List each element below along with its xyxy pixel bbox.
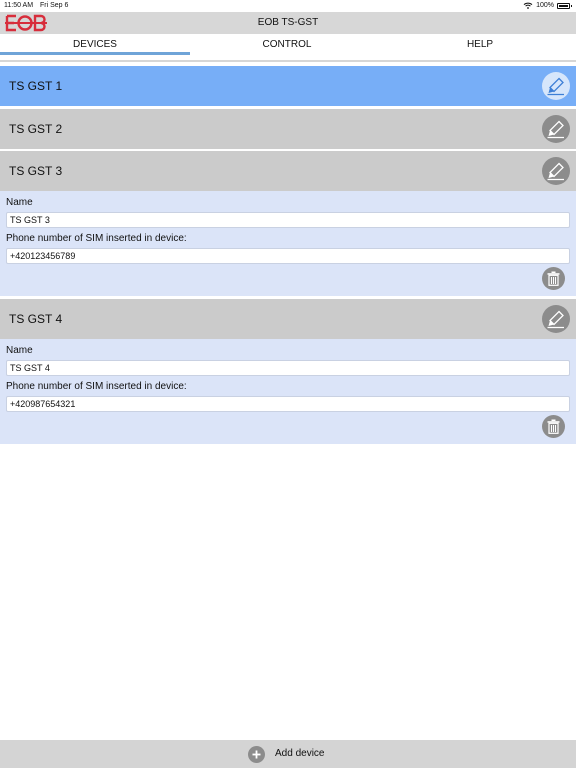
name-field[interactable]: TS GST 4 xyxy=(6,360,570,376)
delete-device-button[interactable] xyxy=(542,267,565,290)
device-edit-panel-4: Name TS GST 4 Phone number of SIM insert… xyxy=(0,339,576,444)
pencil-icon xyxy=(547,77,564,96)
pencil-icon xyxy=(547,120,564,139)
phone-field[interactable]: +420123456789 xyxy=(6,248,570,264)
edit-device-button[interactable] xyxy=(542,115,570,143)
pencil-icon xyxy=(547,162,564,181)
name-label: Name xyxy=(6,197,33,208)
pencil-icon xyxy=(547,310,564,329)
tab-bar: DEVICES CONTROL HELP xyxy=(0,34,576,62)
tab-selected-indicator xyxy=(0,52,190,55)
phone-label: Phone number of SIM inserted in device: xyxy=(6,381,187,392)
title-bar: EOB TS-GST xyxy=(0,12,576,34)
edit-device-button[interactable] xyxy=(542,305,570,333)
device-row-2[interactable]: TS GST 2 xyxy=(0,109,576,149)
bottom-bar: Add device xyxy=(0,740,576,768)
plus-circle-icon xyxy=(252,750,261,759)
delete-device-button[interactable] xyxy=(542,415,565,438)
device-row-3[interactable]: TS GST 3 xyxy=(0,151,576,191)
device-edit-panel-3: Name TS GST 3 Phone number of SIM insert… xyxy=(0,191,576,296)
status-right: 100% xyxy=(523,2,572,9)
status-bar: 11:50 AM Fri Sep 6 100% xyxy=(0,0,576,12)
add-device-icon-button[interactable] xyxy=(248,746,265,763)
name-label: Name xyxy=(6,345,33,356)
add-device-button[interactable]: Add device xyxy=(275,748,324,759)
device-name: TS GST 1 xyxy=(9,79,63,93)
status-date: Fri Sep 6 xyxy=(40,2,69,9)
trash-icon xyxy=(547,419,560,434)
trash-icon xyxy=(547,271,560,286)
device-name: TS GST 3 xyxy=(9,164,63,178)
device-row-1[interactable]: TS GST 1 xyxy=(0,66,576,106)
tab-control[interactable]: CONTROL xyxy=(192,39,382,50)
device-name: TS GST 4 xyxy=(9,312,63,326)
wifi-icon xyxy=(523,2,533,9)
phone-label: Phone number of SIM inserted in device: xyxy=(6,233,187,244)
edit-device-button[interactable] xyxy=(542,72,570,100)
tab-devices[interactable]: DEVICES xyxy=(0,39,190,50)
app-title: EOB TS-GST xyxy=(257,17,319,28)
tab-help[interactable]: HELP xyxy=(385,39,575,50)
tab-divider xyxy=(0,60,576,62)
battery-percent: 100% xyxy=(536,2,554,9)
phone-field[interactable]: +420987654321 xyxy=(6,396,570,412)
battery-icon xyxy=(557,2,572,9)
name-field[interactable]: TS GST 3 xyxy=(6,212,570,228)
status-time: 11:50 AM xyxy=(4,2,34,9)
edit-device-button[interactable] xyxy=(542,157,570,185)
device-name: TS GST 2 xyxy=(9,122,63,136)
device-row-4[interactable]: TS GST 4 xyxy=(0,299,576,339)
